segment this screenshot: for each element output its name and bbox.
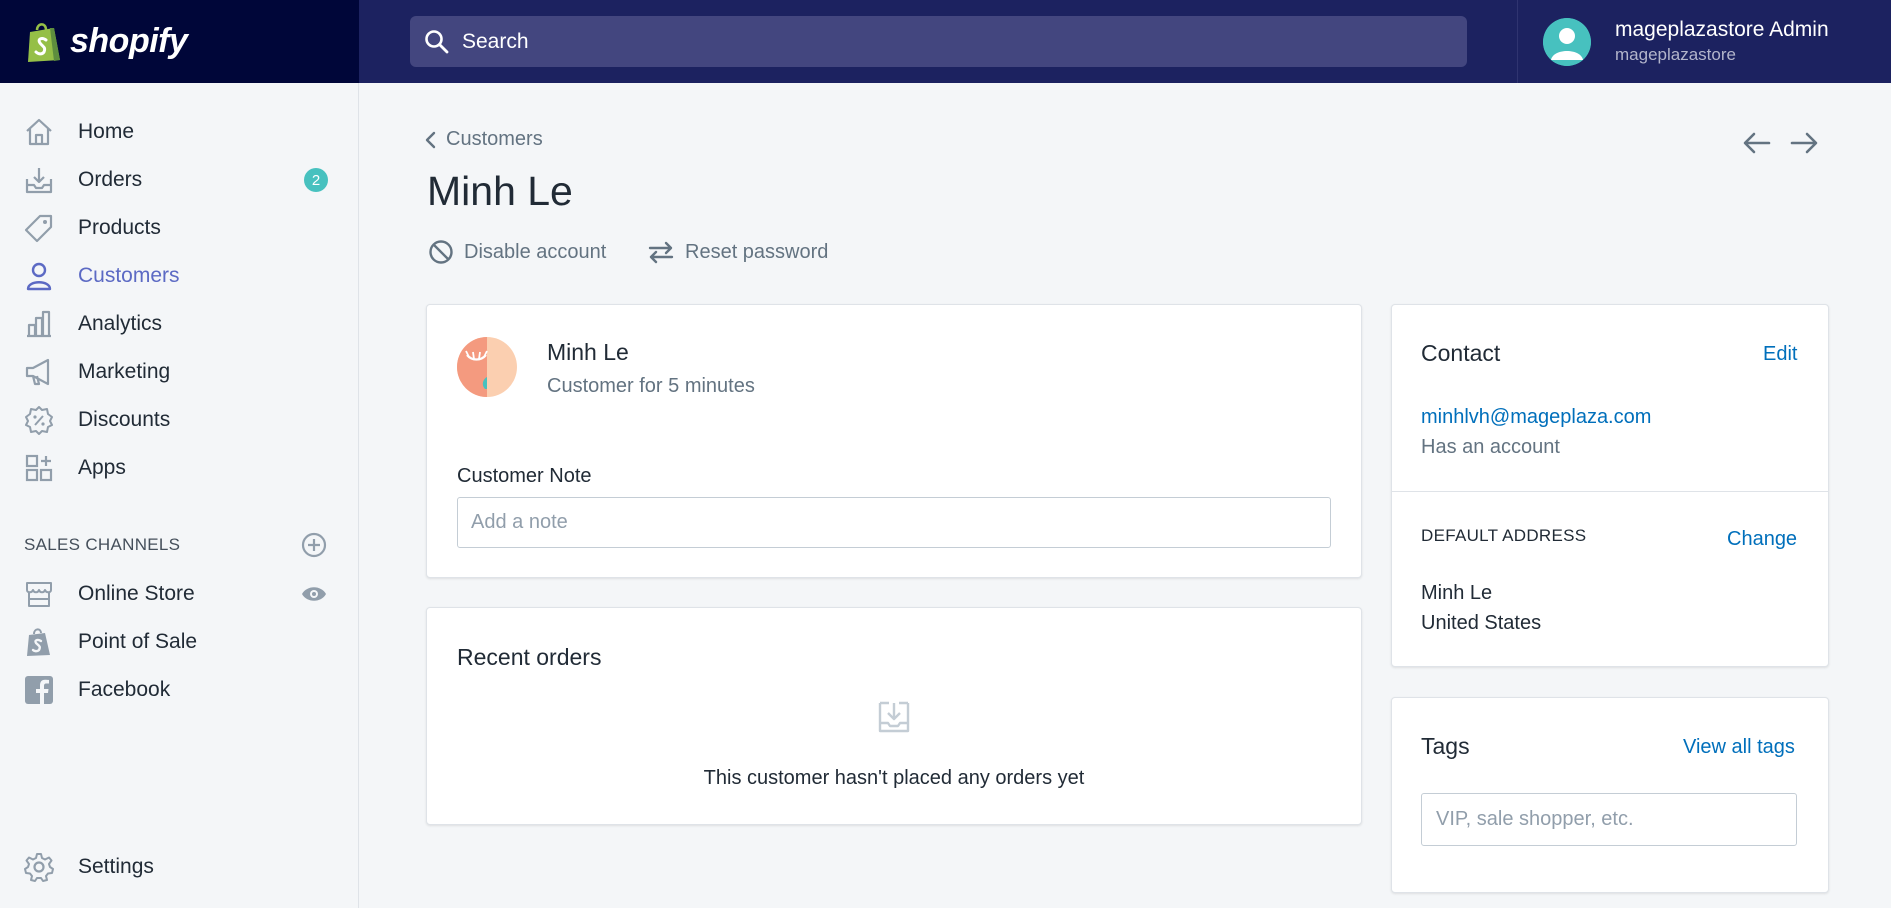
sidebar-item-label: Facebook [78,678,171,701]
sidebar-item-analytics[interactable]: Analytics [0,304,358,344]
shopify-bag-icon [28,22,60,62]
user-avatar [1543,17,1591,66]
customer-email-link[interactable]: minhlvh@mageplaza.com [1421,406,1651,429]
search-icon [425,29,449,53]
edit-contact-link[interactable]: Edit [1763,343,1797,366]
eye-icon[interactable] [300,583,328,605]
search-bar[interactable]: Search [410,16,1467,67]
sidebar-item-label: Customers [78,264,180,287]
shopify-bag-icon [22,625,56,659]
sidebar [0,83,359,908]
disable-account-label: Disable account [464,240,607,263]
sidebar-item-label: Analytics [78,312,163,335]
divider [1392,491,1828,492]
contact-title: Contact [1421,340,1501,366]
sidebar-item-facebook[interactable]: Facebook [0,670,358,710]
empty-orders-message: This customer hasn't placed any orders y… [703,767,1085,789]
sidebar-item-label: Point of Sale [78,630,198,653]
search-input[interactable]: Search [462,30,529,54]
apps-icon [22,451,56,485]
orders-icon [22,163,56,197]
brand-name: shopify [70,22,188,60]
customer-name: Minh Le [547,339,629,365]
user-menu[interactable]: mageplazastore Admin mageplazastore [1517,0,1891,83]
discount-icon [22,403,56,437]
customer-since: Customer for 5 minutes [547,375,755,397]
sidebar-item-label: Orders [78,168,143,191]
add-sales-channel-icon[interactable] [300,531,328,559]
customer-note-input[interactable]: Add a note [457,497,1331,548]
customer-avatar [457,337,517,397]
reset-password-label: Reset password [685,240,829,263]
page-title: Minh Le [427,168,573,214]
person-avatar-icon [1543,17,1591,66]
orders-count-badge: 2 [304,168,328,192]
view-all-tags-link[interactable]: View all tags [1683,736,1795,759]
sidebar-item-settings[interactable]: Settings [0,847,358,887]
reset-arrows-icon [648,241,674,264]
megaphone-icon [22,355,56,389]
store-icon [22,577,56,611]
person-icon [22,259,56,293]
sidebar-item-marketing[interactable]: Marketing [0,352,358,392]
home-icon [22,115,56,149]
breadcrumb-customers-link[interactable]: Customers [446,128,543,151]
facebook-icon [22,673,56,707]
sidebar-item-label: Apps [78,456,126,479]
change-address-link[interactable]: Change [1727,528,1797,551]
top-bar: shopify Search mageplazastore Admin mage… [0,0,1891,83]
account-status: Has an account [1421,436,1560,458]
reset-password-button[interactable]: Reset password [647,239,828,265]
address-line: United States [1421,612,1542,634]
sidebar-item-customers[interactable]: Customers [0,256,358,296]
next-customer-arrow-icon[interactable] [1788,128,1820,158]
sidebar-item-apps[interactable]: Apps [0,448,358,488]
sidebar-item-label: Settings [78,855,154,878]
gear-icon [22,850,56,884]
bar-chart-icon [22,307,56,341]
tags-input[interactable]: VIP, sale shopper, etc. [1421,793,1797,846]
sidebar-item-products[interactable]: Products [0,208,358,248]
breadcrumb[interactable]: Customers [424,128,543,151]
previous-customer-arrow-icon[interactable] [1741,128,1773,158]
sidebar-item-point-of-sale[interactable]: Point of Sale [0,622,358,662]
recent-orders-title: Recent orders [457,644,602,670]
customer-note-label: Customer Note [457,465,592,487]
address-line: Minh Le [1421,582,1493,604]
sales-channels-heading: SALES CHANNELS [24,535,181,554]
sidebar-item-orders[interactable]: Orders 2 [0,160,358,200]
user-name: mageplazastore Admin [1615,18,1829,41]
sidebar-item-label: Discounts [78,408,171,431]
sidebar-item-label: Home [78,120,135,143]
disable-account-button[interactable]: Disable account [428,239,606,265]
user-store: mageplazastore [1615,45,1736,64]
sidebar-item-label: Online Store [78,582,195,605]
sidebar-item-home[interactable]: Home [0,112,358,152]
sidebar-item-label: Marketing [78,360,171,383]
sidebar-item-label: Products [78,216,161,239]
tags-title: Tags [1421,733,1470,759]
sidebar-item-discounts[interactable]: Discounts [0,400,358,440]
chevron-left-icon [425,131,436,148]
default-address-heading: DEFAULT ADDRESS [1421,526,1587,545]
tag-icon [22,211,56,245]
disable-icon [429,240,453,264]
empty-orders-icon [878,701,910,733]
shopify-logo[interactable]: shopify [0,0,359,83]
